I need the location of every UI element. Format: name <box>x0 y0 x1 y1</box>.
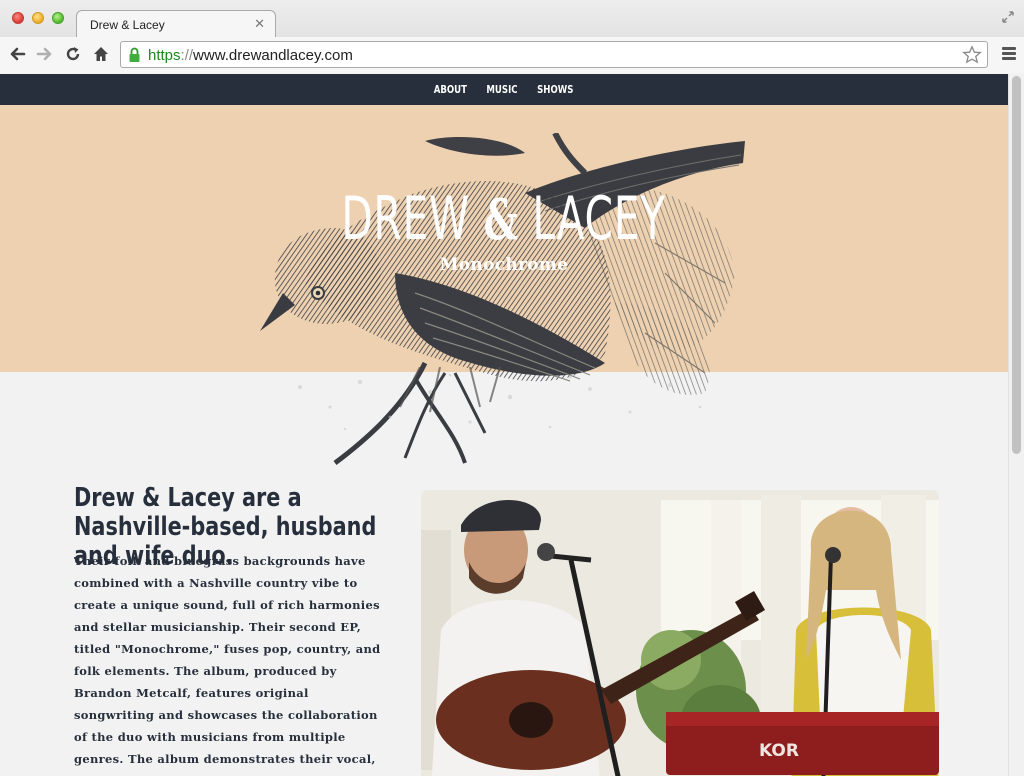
forward-button[interactable] <box>34 43 56 65</box>
back-arrow-icon <box>10 47 26 61</box>
browser-tab[interactable]: Drew & Lacey ✕ <box>76 10 276 38</box>
reload-button[interactable] <box>62 43 84 65</box>
home-button[interactable] <box>90 43 112 65</box>
star-icon[interactable] <box>962 45 982 65</box>
nav-shows[interactable]: SHOWS <box>537 83 573 96</box>
site-nav: ABOUT MUSIC SHOWS <box>0 74 1008 105</box>
scrollbar-thumb[interactable] <box>1012 76 1021 454</box>
tab-title: Drew & Lacey <box>90 18 165 32</box>
minimize-window-button[interactable] <box>32 12 44 24</box>
page-viewport: ABOUT MUSIC SHOWS DREW & LACEY Monochrom… <box>0 74 1008 776</box>
hero-title-left: DREW <box>341 184 471 254</box>
address-bar[interactable]: https://www.drewandlacey.com <box>120 41 988 68</box>
reload-icon <box>66 47 80 61</box>
nav-about[interactable]: ABOUT <box>434 83 467 96</box>
band-photo-illustration: KOR <box>421 490 939 776</box>
url-separator: :// <box>180 47 194 64</box>
lock-icon <box>129 47 140 62</box>
keyboard-brand: KOR <box>759 741 799 761</box>
browser-chrome: Drew & Lacey ✕ https://www.drewandlacey.… <box>0 0 1024 73</box>
tab-strip: Drew & Lacey ✕ <box>0 0 1024 38</box>
nav-music[interactable]: MUSIC <box>486 83 517 96</box>
band-photo: KOR <box>421 490 939 776</box>
menu-icon[interactable] <box>1002 47 1016 62</box>
hero-banner: DREW & LACEY Monochrome <box>0 105 1008 465</box>
zoom-window-button[interactable] <box>52 12 64 24</box>
browser-toolbar: https://www.drewandlacey.com <box>0 37 1024 73</box>
url-scheme: https <box>148 47 181 64</box>
about-bio: Their folk and bluegrass backgrounds hav… <box>74 554 381 776</box>
hero-title-right: LACEY <box>532 184 667 254</box>
forward-arrow-icon <box>36 47 52 61</box>
home-icon <box>94 47 108 61</box>
hero-title: DREW & LACEY <box>0 189 1008 249</box>
page-scrollbar[interactable] <box>1008 74 1024 776</box>
close-icon[interactable]: ✕ <box>254 16 265 32</box>
restore-icon[interactable] <box>1000 9 1016 25</box>
hero-subtitle: Monochrome <box>439 255 569 275</box>
hero-title-ampersand: & <box>484 187 520 253</box>
back-button[interactable] <box>6 43 28 65</box>
close-window-button[interactable] <box>12 12 24 24</box>
grunge-texture <box>298 367 702 431</box>
url-host: www.drewandlacey.com <box>193 47 353 64</box>
url-text[interactable]: https://www.drewandlacey.com <box>148 47 353 64</box>
